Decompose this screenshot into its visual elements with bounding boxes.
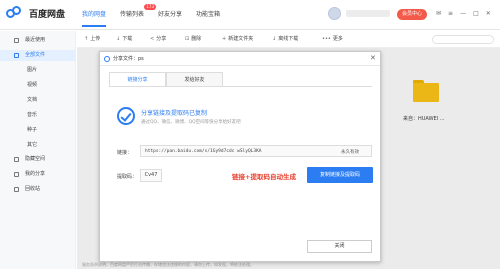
member-center-button[interactable]: 会员中心 <box>397 9 427 20</box>
sidebar-item-hidden-space[interactable]: 隐藏空间 <box>0 154 76 165</box>
download-label: 下载 <box>122 36 133 42</box>
sidebar-item-label: 回收站 <box>25 186 41 192</box>
link-label: 链接： <box>117 150 133 156</box>
sidebar-item-label: 全部文件 <box>25 52 46 58</box>
close-button[interactable]: 关闭 <box>307 240 372 253</box>
check-circle-icon <box>117 107 135 125</box>
success-subtitle: 通过QQ、微信、微博、QQ空间等快分享给好友吧 <box>141 120 241 125</box>
share-link-value: https://pan.baidu.com/s/1Gy9d7cdc wSlyQL… <box>145 149 262 154</box>
maximize-icon[interactable]: □ <box>473 10 479 18</box>
code-label: 提取码： <box>117 174 138 180</box>
clock-icon <box>14 38 19 43</box>
share-dialog: 分享文件：ps ✕ 链接分享 发给好友 分享链接及提取码已复制 通过QQ、微信、… <box>99 51 381 262</box>
tab-send-to-friend[interactable]: 发给好友 <box>166 72 223 87</box>
sidebar-item-documents[interactable]: 文档 <box>0 95 76 106</box>
sidebar-item-label: 隐藏空间 <box>25 156 46 162</box>
upload-label: 上传 <box>90 36 101 42</box>
share-dialog-icon <box>104 56 110 62</box>
sidebar-item-recent[interactable]: 最近使用 <box>0 35 76 46</box>
tab-my-drive[interactable]: 我的网盘 <box>82 9 107 27</box>
lock-icon <box>14 157 19 162</box>
app-name: 百度网盘 <box>29 8 66 19</box>
download-icon: ↓ <box>116 36 121 42</box>
top-bar: 百度网盘 我的网盘 传输列表 173 好友分享 功能宝箱 会员中心 ✉ ≡ — … <box>0 0 500 30</box>
sidebar-item-images[interactable]: 图片 <box>0 65 76 76</box>
share-icon <box>14 172 19 177</box>
file-toolbar: ↑ 上传 ↓ 下载 < 分享 ⊡ 删除 + 新建文件夹 ↓ 离线下载 ••• 更多 <box>77 31 500 48</box>
baidu-cloud-logo-icon <box>6 6 26 20</box>
upload-icon: ↑ <box>84 36 89 42</box>
user-area[interactable] <box>328 7 390 20</box>
sidebar-item-my-shares[interactable]: 我的分享 <box>0 169 76 180</box>
new-folder-label: 新建文件夹 <box>228 36 254 42</box>
upload-button[interactable]: ↑ 上传 <box>84 35 100 43</box>
sidebar: 最近使用 全部文件 图片 视频 文档 音乐 种子 其它 隐藏空间 我的分享 回收… <box>0 31 76 269</box>
tab-link-share[interactable]: 链接分享 <box>109 72 166 87</box>
app-logo[interactable]: 百度网盘 <box>6 6 65 20</box>
more-button[interactable]: ••• 更多 <box>322 35 343 43</box>
dialog-title: 分享文件：ps <box>113 56 144 62</box>
tab-transfer-list[interactable]: 传输列表 173 <box>120 4 157 18</box>
share-icon: < <box>150 36 155 42</box>
avatar[interactable] <box>328 7 341 20</box>
delete-button[interactable]: ⊡ 删除 <box>185 35 201 43</box>
plus-icon: + <box>222 36 227 42</box>
close-icon[interactable]: ✕ <box>370 54 376 63</box>
sidebar-item-other[interactable]: 其它 <box>0 140 76 151</box>
top-nav-tabs: 我的网盘 传输列表 173 好友分享 功能宝箱 <box>82 4 234 27</box>
username-redacted <box>346 10 390 17</box>
more-icon: ••• <box>322 36 331 42</box>
tab-toolbox[interactable]: 功能宝箱 <box>196 9 220 18</box>
menu-icon[interactable]: ≡ <box>448 10 453 18</box>
mail-icon[interactable]: ✉ <box>436 10 441 18</box>
transfer-count-badge: 173 <box>144 4 157 10</box>
tab-divider <box>109 86 372 87</box>
delete-label: 删除 <box>191 36 202 42</box>
red-annotation: 链接+提取码自动生成 <box>232 173 296 181</box>
sidebar-item-recycle-bin[interactable]: 回收站 <box>0 184 76 195</box>
share-link-field[interactable]: https://pan.baidu.com/s/1Gy9d7cdc wSlyQL… <box>140 145 372 157</box>
tab-friend-share[interactable]: 好友分享 <box>158 9 182 18</box>
sidebar-item-label: 我的分享 <box>25 171 46 177</box>
sidebar-item-label: 最近使用 <box>25 37 46 43</box>
new-folder-button[interactable]: + 新建文件夹 <box>222 35 253 43</box>
share-tabs: 链接分享 发给好友 <box>109 72 223 87</box>
tab-transfer-label: 传输列表 <box>120 11 145 18</box>
link-expiry: 永久有效 <box>341 150 359 155</box>
offline-download-button[interactable]: ↓ 离线下载 <box>272 35 298 43</box>
window-controls: ✉ ≡ — □ ✕ <box>436 10 498 18</box>
close-window-icon[interactable]: ✕ <box>486 10 491 18</box>
copy-link-and-code-button[interactable]: 复制链接及提取码 <box>307 167 373 183</box>
minimize-icon[interactable]: — <box>460 10 466 18</box>
extraction-code-field[interactable]: Cv47 <box>140 169 162 182</box>
sidebar-item-torrents[interactable]: 种子 <box>0 125 76 136</box>
folder-icon <box>14 53 19 58</box>
more-label: 更多 <box>332 36 343 42</box>
download-button[interactable]: ↓ 下载 <box>116 35 132 43</box>
sidebar-item-all-files[interactable]: 全部文件 <box>0 50 76 61</box>
delete-icon: ⊡ <box>185 36 190 42</box>
offline-download-icon: ↓ <box>272 36 277 42</box>
share-button[interactable]: < 分享 <box>150 35 166 43</box>
dialog-title-bar: 分享文件：ps ✕ <box>100 52 380 66</box>
search-input[interactable] <box>432 35 494 44</box>
sidebar-item-music[interactable]: 音乐 <box>0 110 76 121</box>
sidebar-item-videos[interactable]: 视频 <box>0 80 76 91</box>
offline-download-label: 离线下载 <box>278 36 299 42</box>
trash-icon <box>14 187 19 192</box>
share-label: 分享 <box>156 36 167 42</box>
success-title: 分享链接及提取码已复制 <box>141 110 208 117</box>
